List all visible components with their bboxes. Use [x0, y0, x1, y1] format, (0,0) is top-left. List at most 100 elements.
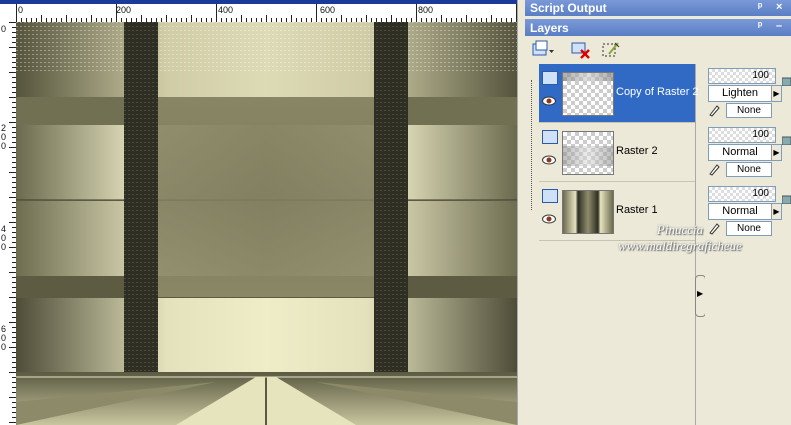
blend-mode-value: Lighten: [721, 87, 759, 99]
ruler-tick: [9, 422, 16, 423]
mask-value: None: [726, 103, 772, 118]
layers-toolbar: [525, 37, 791, 63]
ruler-tick: [141, 15, 142, 22]
lock-icon[interactable]: [782, 72, 791, 86]
lock-icon[interactable]: [782, 131, 791, 145]
ruler-tick: [9, 272, 16, 273]
blend-mode-value: Normal: [722, 146, 758, 158]
layers-title: Layers: [530, 21, 569, 35]
ruler-label-600: 600: [320, 5, 336, 15]
vertical-ruler: 0 2 0 0 4 0 0 6 0 0: [0, 22, 17, 425]
blend-mode-value: Normal: [722, 205, 758, 217]
raster-layer-icon: [542, 71, 558, 85]
blend-mode-dropdown[interactable]: Normal ▶: [708, 203, 782, 220]
visibility-eye-icon[interactable]: [542, 155, 556, 165]
script-output-title: Script Output: [530, 1, 607, 15]
ruler-tick: [416, 4, 417, 22]
ruler-label-0: 0: [18, 5, 24, 15]
ruler-label-800: 800: [418, 5, 434, 15]
ruler-tick: [441, 15, 442, 22]
brush-icon: [709, 164, 720, 176]
dropdown-arrow-icon: ▶: [771, 145, 781, 160]
canvas-artwork: [16, 22, 517, 425]
mask-selector[interactable]: None: [708, 162, 772, 177]
ruler-label-200: 200: [116, 5, 132, 15]
arrow-right-icon: ▶: [697, 289, 704, 298]
ruler-tick: [9, 97, 16, 98]
ruler-tick: [266, 15, 267, 22]
edit-selection-icon: [602, 42, 620, 57]
layer-props-raster-2: 100 Normal ▶ None: [705, 123, 791, 181]
lock-icon[interactable]: [782, 190, 791, 204]
raster-layer-icon: [542, 189, 558, 203]
ruler-tick: [291, 15, 292, 22]
dropdown-arrow-icon: ▶: [771, 204, 781, 219]
vruler-label-600: 6 0 0: [1, 324, 7, 352]
layer-props-copy-of-raster-2: 100 Lighten ▶ None: [705, 64, 791, 122]
ruler-tick: [9, 172, 16, 173]
ruler-tick: [9, 122, 16, 123]
visibility-eye-icon[interactable]: [542, 214, 556, 224]
visibility-eye-icon[interactable]: [542, 96, 556, 106]
ruler-tick: [491, 15, 492, 22]
opacity-value: 100: [752, 188, 769, 199]
opacity-value: 100: [752, 70, 769, 81]
new-raster-layer-icon: [532, 40, 554, 56]
layer-props-raster-1: 100 Normal ▶ None: [705, 182, 791, 240]
mask-selector[interactable]: None: [708, 221, 772, 236]
layer-thumbnail: [562, 190, 614, 234]
delete-layer-button[interactable]: [571, 40, 591, 60]
ruler-tick: [116, 4, 117, 22]
layer-row-raster-2[interactable]: Raster 2: [539, 123, 695, 182]
ruler-tick: [9, 47, 16, 48]
image-canvas[interactable]: [16, 22, 517, 425]
layer-row-raster-1[interactable]: Raster 1: [539, 182, 695, 241]
brush-icon: [709, 223, 720, 235]
mask-selector[interactable]: None: [708, 103, 772, 118]
layer-name: Copy of Raster 2: [616, 86, 699, 98]
canvas-scroll-edge[interactable]: [517, 0, 525, 425]
pin-icon[interactable]: ᵖ: [758, 1, 762, 13]
ruler-tick: [9, 347, 16, 348]
blend-mode-dropdown[interactable]: Normal ▶: [708, 144, 782, 161]
mask-value: None: [726, 221, 772, 236]
layer-tree-line: [531, 80, 533, 210]
ruler-label-400: 400: [218, 5, 234, 15]
vruler-label-400: 4 0 0: [1, 224, 7, 252]
ruler-tick: [16, 4, 17, 22]
ruler-tick: [9, 397, 16, 398]
opacity-slider[interactable]: 100: [708, 68, 776, 84]
new-raster-layer-button[interactable]: [531, 40, 554, 60]
layer-row-copy-of-raster-2[interactable]: Copy of Raster 2: [539, 64, 699, 123]
ruler-tick: [241, 15, 242, 22]
opacity-slider[interactable]: 100: [708, 127, 776, 143]
pin-icon[interactable]: ᵖ: [758, 20, 762, 32]
ruler-tick: [166, 15, 167, 22]
layer-properties-column: 100 Lighten ▶ None 100 Normal ▶ None 100 N…: [705, 64, 791, 425]
layer-thumbnail: [562, 131, 614, 175]
close-icon[interactable]: ×: [776, 1, 782, 13]
layers-panel-header[interactable]: Layers ᵖ –: [525, 19, 791, 36]
raster-layer-icon: [542, 130, 558, 144]
ruler-tick: [466, 15, 467, 22]
ruler-tick: [9, 222, 16, 223]
ruler-tick: [191, 15, 192, 22]
ruler-tick: [91, 15, 92, 22]
ruler-tick: [316, 4, 317, 22]
ruler-tick: [9, 197, 16, 198]
minimize-icon[interactable]: –: [776, 20, 782, 32]
mask-value: None: [726, 162, 772, 177]
opacity-value: 100: [752, 129, 769, 140]
dropdown-arrow-icon: ▶: [771, 86, 781, 101]
blend-mode-dropdown[interactable]: Lighten ▶: [708, 85, 782, 102]
ruler-tick: [9, 297, 16, 298]
ruler-tick: [9, 322, 16, 323]
script-output-panel-header[interactable]: Script Output ᵖ ×: [525, 0, 791, 16]
ruler-tick: [391, 15, 392, 22]
opacity-slider[interactable]: 100: [708, 186, 776, 202]
vruler-label-0: 0: [1, 24, 7, 34]
edit-selection-button[interactable]: [601, 40, 621, 60]
ruler-tick: [66, 15, 67, 22]
ruler-tick: [341, 15, 342, 22]
ruler-tick: [9, 247, 16, 248]
